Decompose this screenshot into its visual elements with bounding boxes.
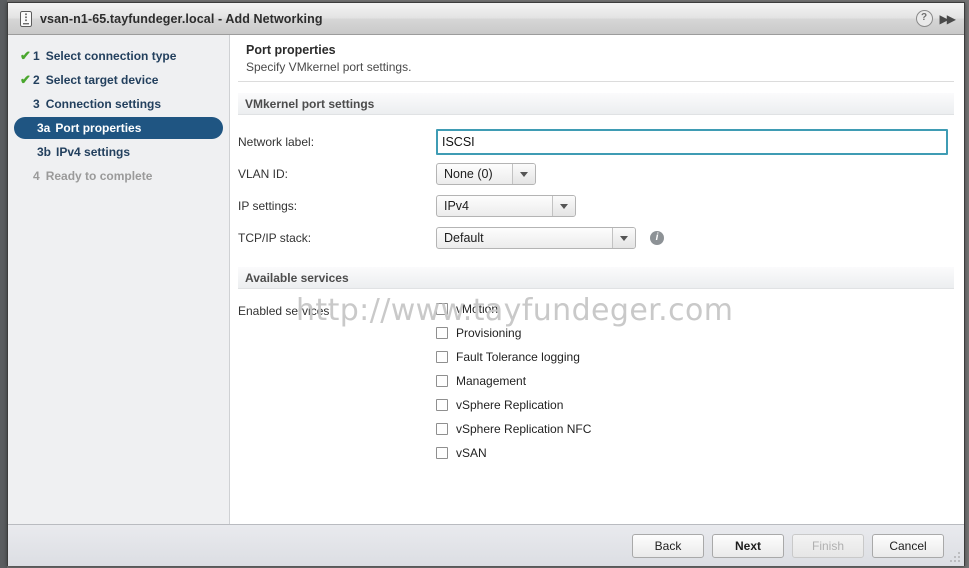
- step-label: Select connection type: [45, 49, 177, 63]
- service-label: vMotion: [456, 302, 499, 316]
- vlan-id-value: None (0): [444, 167, 493, 181]
- field-row-network-label: Network label:: [238, 129, 964, 155]
- chevron-down-icon[interactable]: [612, 228, 635, 248]
- field-row-ip-settings: IP settings: IPv4: [238, 193, 964, 219]
- sidebar-step-3b-ipv4-settings[interactable]: 3b IPv4 settings: [14, 141, 223, 163]
- service-checkbox-vsphere-replication-nfc[interactable]: vSphere Replication NFC: [436, 422, 591, 436]
- next-button[interactable]: Next: [712, 533, 784, 558]
- check-icon: ✔: [20, 48, 31, 63]
- dialog-title: vsan-n1-65.tayfundeger.local - Add Netwo…: [40, 11, 323, 26]
- checkbox-icon[interactable]: [436, 375, 448, 387]
- titlebar-actions: ? ▶▶: [915, 10, 957, 27]
- host-icon: [20, 10, 32, 27]
- chevron-down-icon[interactable]: [552, 196, 575, 216]
- service-checkbox-vsan[interactable]: vSAN: [436, 446, 591, 460]
- step-number: 3b: [37, 145, 52, 159]
- wizard-steps-sidebar: ✔ 1 Select connection type ✔ 2 Select ta…: [8, 35, 230, 524]
- cancel-button[interactable]: Cancel: [872, 533, 944, 558]
- enabled-services-label: Enabled services:: [238, 304, 333, 318]
- service-label: Fault Tolerance logging: [456, 350, 580, 364]
- ip-settings-label: IP settings:: [238, 199, 298, 213]
- step-number: 2: [33, 73, 40, 87]
- section-header-vmkernel-port-settings: VMkernel port settings: [238, 93, 954, 115]
- enabled-services-group: Enabled services: vMotion Provisioning F…: [238, 302, 964, 460]
- tcpip-stack-select[interactable]: Default: [436, 227, 636, 249]
- checkbox-icon[interactable]: [436, 327, 448, 339]
- service-checkbox-vmotion[interactable]: vMotion: [436, 302, 591, 316]
- help-icon[interactable]: ?: [915, 10, 933, 27]
- checkbox-icon[interactable]: [436, 447, 448, 459]
- service-checkbox-management[interactable]: Management: [436, 374, 591, 388]
- tcpip-stack-value: Default: [444, 231, 484, 245]
- page-subtitle: Specify VMkernel port settings.: [246, 60, 412, 74]
- step-label: Ready to complete: [45, 169, 153, 183]
- field-row-tcpip-stack: TCP/IP stack: Default i: [238, 225, 964, 251]
- step-number: 1: [33, 49, 40, 63]
- sidebar-step-2[interactable]: ✔ 2 Select target device: [14, 69, 223, 91]
- step-label: Select target device: [45, 73, 159, 87]
- dialog-titlebar: vsan-n1-65.tayfundeger.local - Add Netwo…: [8, 3, 964, 35]
- step-number: 3: [33, 97, 40, 111]
- tcpip-stack-label: TCP/IP stack:: [238, 231, 312, 245]
- section-header-available-services: Available services: [238, 267, 954, 289]
- service-label: vSphere Replication NFC: [456, 422, 592, 436]
- service-checkbox-vsphere-replication[interactable]: vSphere Replication: [436, 398, 591, 412]
- dialog-content: Port properties Specify VMkernel port se…: [230, 35, 964, 524]
- checkbox-icon[interactable]: [436, 423, 448, 435]
- step-number: 4: [33, 169, 40, 183]
- service-checkbox-fault-tolerance-logging[interactable]: Fault Tolerance logging: [436, 350, 591, 364]
- network-label-input[interactable]: [436, 129, 948, 155]
- left-edge-strip: [0, 0, 7, 568]
- check-icon: ✔: [20, 72, 31, 87]
- vlan-id-label: VLAN ID:: [238, 167, 289, 181]
- service-label: Provisioning: [456, 326, 522, 340]
- step-label: Connection settings: [45, 97, 162, 111]
- finish-button: Finish: [792, 533, 864, 558]
- ip-settings-select[interactable]: IPv4: [436, 195, 576, 217]
- step-label: IPv4 settings: [56, 145, 131, 159]
- step-label: Port properties: [55, 121, 142, 135]
- info-icon[interactable]: i: [650, 231, 664, 245]
- sidebar-step-4-ready-to-complete[interactable]: 4 Ready to complete: [14, 165, 223, 187]
- sidebar-step-1[interactable]: ✔ 1 Select connection type: [14, 45, 223, 67]
- network-label-label: Network label:: [238, 135, 315, 149]
- services-checkbox-list: vMotion Provisioning Fault Tolerance log…: [436, 302, 591, 460]
- dialog-footer: Back Next Finish Cancel: [8, 524, 964, 566]
- add-networking-dialog: vsan-n1-65.tayfundeger.local - Add Netwo…: [7, 2, 965, 566]
- sidebar-step-3a-port-properties[interactable]: 3a Port properties: [14, 117, 223, 139]
- vlan-id-select[interactable]: None (0): [436, 163, 536, 185]
- expand-chevrons-icon[interactable]: ▶▶: [940, 13, 957, 25]
- content-header: Port properties Specify VMkernel port se…: [238, 35, 954, 82]
- dialog-body: ✔ 1 Select connection type ✔ 2 Select ta…: [8, 35, 964, 524]
- vmkernel-form: Network label: VLAN ID: None (0) IP sett…: [238, 129, 964, 251]
- step-number: 3a: [37, 121, 51, 135]
- chevron-down-icon[interactable]: [512, 164, 535, 184]
- back-button[interactable]: Back: [632, 533, 704, 558]
- sidebar-step-3[interactable]: 3 Connection settings: [14, 93, 223, 115]
- service-checkbox-provisioning[interactable]: Provisioning: [436, 326, 591, 340]
- service-label: vSphere Replication: [456, 398, 564, 412]
- checkbox-icon[interactable]: [436, 351, 448, 363]
- field-row-vlan-id: VLAN ID: None (0): [238, 161, 964, 187]
- checkbox-icon[interactable]: [436, 303, 448, 315]
- ip-settings-value: IPv4: [444, 199, 470, 213]
- page-title: Port properties: [246, 43, 336, 57]
- service-label: vSAN: [456, 446, 487, 460]
- checkbox-icon[interactable]: [436, 399, 448, 411]
- resize-grip[interactable]: [949, 551, 961, 563]
- service-label: Management: [456, 374, 527, 388]
